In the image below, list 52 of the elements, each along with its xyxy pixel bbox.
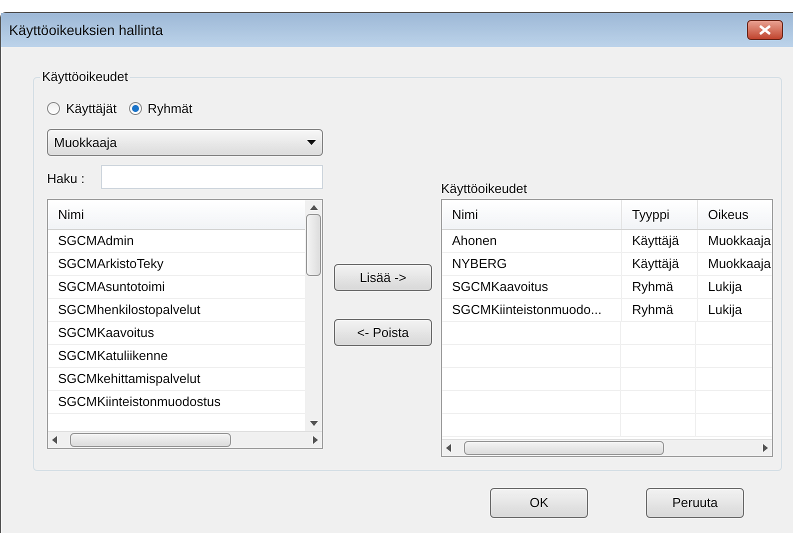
table-cell: Muokkaaja (698, 253, 772, 275)
add-button[interactable]: Lisää -> (334, 264, 432, 291)
scroll-down-icon[interactable] (310, 421, 318, 426)
table-cell: SGCMKiinteistonmuodo... (442, 299, 622, 321)
scroll-thumb[interactable] (70, 433, 231, 447)
list-item[interactable]: SGCMhenkilostopalvelut (48, 299, 305, 322)
horizontal-scrollbar[interactable] (442, 439, 772, 456)
table-cell: SGCMKaavoitus (442, 276, 622, 298)
radio-label: Ryhmät (148, 100, 192, 118)
list-item[interactable]: SGCMkehittamispalvelut (48, 368, 305, 391)
role-dropdown[interactable]: Muokkaaja (47, 129, 323, 156)
radio-button[interactable] (47, 102, 60, 116)
close-button[interactable] (747, 20, 783, 40)
list-item[interactable]: SGCMAdmin (48, 230, 305, 253)
table-cell: Lukija (698, 276, 772, 298)
window-title: Käyttöoikeuksien hallinta (9, 20, 164, 40)
list-title: Käyttöoikeudet (441, 180, 528, 198)
scroll-right-icon[interactable] (312, 436, 318, 444)
scroll-up-icon[interactable] (310, 205, 318, 210)
radio-label: Käyttäjät (66, 100, 117, 118)
list-item[interactable]: SGCMArkistoTeky (48, 253, 305, 276)
column-header[interactable]: Nimi (442, 200, 622, 229)
table-cell: Ahonen (442, 230, 622, 252)
list-item[interactable]: SGCMAsuntotoimi (48, 276, 305, 299)
scroll-right-icon[interactable] (762, 444, 768, 452)
cancel-button[interactable]: Peruuta (646, 488, 744, 518)
list-item[interactable]: SGCMKiinteistonmuodostus (48, 391, 305, 414)
group-title: Käyttöoikeudet (40, 69, 130, 85)
search-field[interactable] (101, 165, 323, 189)
table-cell: Käyttäjä (622, 253, 698, 275)
scroll-left-icon[interactable] (446, 444, 452, 452)
search-label: Haku : (47, 170, 85, 188)
vertical-scrollbar[interactable] (305, 200, 322, 431)
radio-button[interactable] (128, 102, 142, 116)
scroll-thumb[interactable] (464, 441, 664, 455)
scroll-thumb[interactable] (306, 214, 321, 276)
close-icon (759, 25, 771, 35)
list-item[interactable]: SGCMKaavoitus (48, 322, 305, 345)
table-cell: Ryhmä (622, 276, 698, 298)
table-cell: Lukija (698, 299, 772, 321)
scroll-left-icon[interactable] (52, 436, 58, 444)
remove-button[interactable]: <- Poista (334, 319, 432, 346)
table-cell: Muokkaaja (698, 230, 772, 252)
horizontal-scrollbar[interactable] (48, 431, 322, 448)
table-cell: Käyttäjä (622, 230, 698, 252)
table-cell: NYBERG (442, 253, 622, 275)
column-header[interactable]: Oikeus (698, 200, 772, 229)
ok-button[interactable]: OK (490, 488, 588, 518)
table-cell: Ryhmä (622, 299, 698, 321)
column-header[interactable]: Tyyppi (622, 200, 698, 229)
dropdown-arrow-icon (307, 140, 316, 145)
list-item[interactable]: SGCMKatuliikenne (48, 345, 305, 368)
